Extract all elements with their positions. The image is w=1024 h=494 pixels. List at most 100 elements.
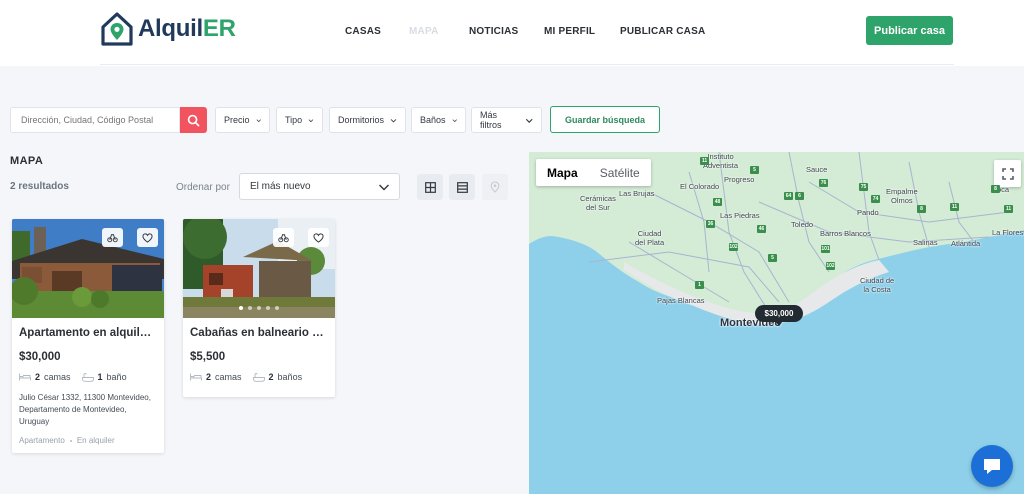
compare-icon: [107, 234, 118, 243]
bathtub-icon: [81, 372, 94, 382]
carousel-dot[interactable]: [266, 306, 270, 310]
logo-text-a: Alquil: [138, 15, 203, 42]
chat-icon: [984, 459, 1000, 474]
route-marker: 76: [819, 179, 828, 187]
carousel-dot[interactable]: [257, 306, 261, 310]
route-marker: 75: [859, 183, 868, 191]
map-label-ciudad-de-la-costa: Ciudad de la Costa: [860, 276, 895, 294]
carousel-dot[interactable]: [275, 306, 279, 310]
map-label-las-piedras: Las Piedras: [720, 211, 760, 220]
heart-icon: [313, 232, 324, 243]
banos-filter[interactable]: Baños: [411, 107, 466, 133]
list-icon: [456, 181, 468, 193]
route-marker: 46: [757, 225, 766, 233]
route-marker: 74: [871, 195, 880, 203]
search-input[interactable]: [10, 107, 180, 133]
grid-view-button[interactable]: [417, 174, 443, 200]
house-pin-icon: [101, 12, 133, 46]
property-price: $5,500: [190, 351, 226, 363]
chat-button[interactable]: [971, 445, 1013, 487]
logo[interactable]: AlquilER: [100, 11, 236, 47]
map-view-button[interactable]: [482, 174, 508, 200]
route-marker: 5: [768, 254, 777, 262]
map-label-barros-blancos: Barros Blancos: [820, 229, 871, 238]
banos-filter-label: Baños: [420, 115, 446, 125]
route-marker: 11: [700, 157, 709, 165]
beds-label: camas: [215, 372, 242, 382]
publicar-casa-button[interactable]: Publicar casa: [866, 16, 953, 45]
bed-icon: [190, 373, 202, 381]
carousel-dot[interactable]: [239, 306, 243, 310]
route-marker: 36: [706, 220, 715, 228]
route-marker: 64: [784, 192, 793, 200]
property-card[interactable]: Apartamento en alquiler –... $30,000 2 c…: [12, 219, 164, 453]
baths-label: baño: [106, 372, 127, 382]
beds-label: camas: [44, 372, 71, 382]
compare-button[interactable]: [273, 228, 294, 247]
nav-noticias[interactable]: NOTICIAS: [469, 26, 518, 37]
favorite-button[interactable]: [308, 228, 329, 247]
dormitorios-filter[interactable]: Dormitorios: [329, 107, 406, 133]
baths-feature: 1 baño: [81, 372, 127, 382]
nav-mapa[interactable]: MAPA: [409, 26, 439, 37]
section-title: MAPA: [10, 155, 44, 167]
sort-select-value: El más nuevo: [250, 181, 311, 192]
carousel-dot[interactable]: [248, 306, 252, 310]
property-card[interactable]: Cabañas en balneario Solis $5,500 2 cama…: [183, 219, 335, 397]
favorite-button[interactable]: [137, 228, 158, 247]
search-icon: [187, 114, 200, 126]
site-header: AlquilER CASAS MAPA NOTICIAS MI PERFIL P…: [0, 0, 1024, 66]
property-title[interactable]: Cabañas en balneario Solis: [190, 327, 328, 339]
chevron-down-icon: [452, 118, 457, 122]
property-price: $30,000: [19, 351, 61, 363]
map-label-pando: Pando: [857, 208, 879, 217]
sort-select[interactable]: El más nuevo: [239, 173, 400, 200]
map-label-empalme-olmos: Empalme Olmos: [886, 187, 918, 205]
fullscreen-button[interactable]: [994, 160, 1021, 187]
header-divider: [100, 64, 954, 65]
property-photo[interactable]: [12, 219, 164, 318]
map-label-progreso: Progreso: [724, 175, 755, 184]
guardar-busqueda-button[interactable]: Guardar búsqueda: [550, 106, 660, 133]
map-label-la-floresta: La Florest: [992, 228, 1024, 237]
route-marker: 8: [917, 205, 926, 213]
grid-icon: [424, 181, 436, 193]
property-address: Julio César 1332, 11300 Montevideo, Depa…: [19, 393, 151, 426]
chevron-down-icon: [390, 118, 397, 123]
beds-count: 2: [206, 372, 212, 382]
route-marker: 102: [729, 243, 738, 251]
results-count: 2 resultados: [10, 181, 69, 192]
search-button[interactable]: [180, 107, 207, 133]
list-view-button[interactable]: [449, 174, 475, 200]
meta-separator: [69, 439, 72, 442]
route-marker: 6: [795, 192, 804, 200]
tipo-filter[interactable]: Tipo: [276, 107, 323, 133]
mas-filtros-label: Más filtros: [480, 110, 502, 130]
map-label-sauce: Sauce: [806, 165, 828, 174]
bathtub-icon: [252, 372, 265, 382]
tab-mapa[interactable]: Mapa: [536, 159, 589, 186]
mas-filtros-filter[interactable]: Más filtros: [471, 107, 542, 133]
map-label-salinas: Salinas: [913, 238, 938, 247]
compare-icon: [278, 234, 289, 243]
map-label-las-brujas: Las Brujas: [619, 189, 655, 198]
precio-filter[interactable]: Precio: [215, 107, 270, 133]
chevron-down-icon: [256, 118, 261, 122]
nav-casas[interactable]: CASAS: [345, 26, 381, 37]
route-marker: 11: [950, 203, 959, 211]
property-title[interactable]: Apartamento en alquiler –...: [19, 327, 157, 339]
nav-mi-perfil[interactable]: MI PERFIL: [544, 26, 595, 37]
beds-count: 2: [35, 372, 41, 382]
map-label-el-colorado: El Colorado: [680, 182, 720, 191]
property-photo[interactable]: [183, 219, 335, 318]
route-marker: 101: [821, 245, 830, 253]
beds-feature: 2 camas: [190, 372, 242, 382]
baths-count: 2: [268, 372, 274, 382]
map-label-toledo: Toledo: [791, 220, 814, 229]
tab-satelite[interactable]: Satélite: [589, 159, 651, 186]
property-type: Apartamento: [19, 436, 65, 445]
map-price-pin[interactable]: $30,000: [755, 305, 803, 326]
compare-button[interactable]: [102, 228, 123, 247]
map-view[interactable]: Mapa Satélite Instituto Adventista Progr…: [529, 152, 1024, 494]
nav-publicar-casa[interactable]: PUBLICAR CASA: [620, 26, 705, 37]
